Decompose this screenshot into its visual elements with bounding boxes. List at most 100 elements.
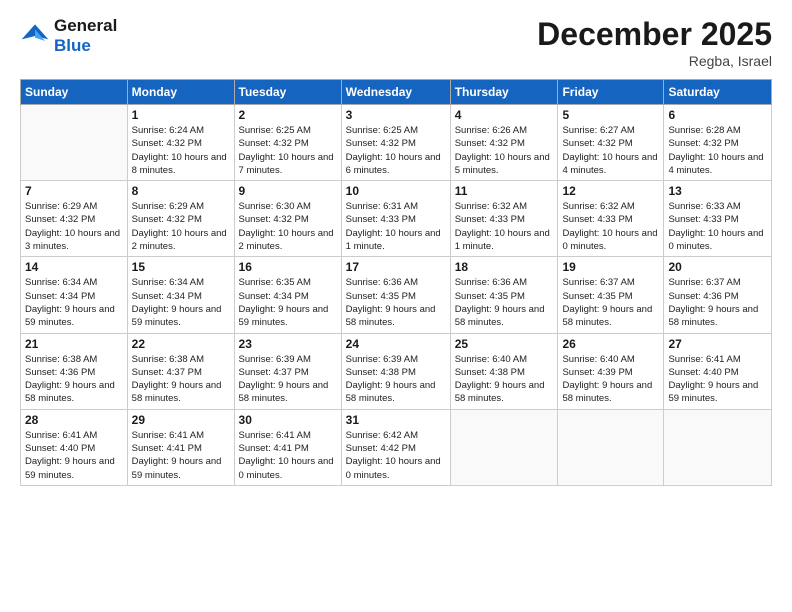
day-number: 20 [668,260,767,274]
calendar-cell: 13 Sunrise: 6:33 AMSunset: 4:33 PMDayligh… [664,181,772,257]
calendar-cell: 30 Sunrise: 6:41 AMSunset: 4:41 PMDayligh… [234,409,341,485]
calendar-cell: 11Sunrise: 6:32 AMSunset: 4:33 PMDayligh… [450,181,558,257]
day-info: Sunrise: 6:33 AMSunset: 4:33 PMDaylight:… [668,200,767,253]
col-saturday: Saturday [664,80,772,105]
calendar-cell: 9 Sunrise: 6:30 AMSunset: 4:32 PMDaylight… [234,181,341,257]
day-info: Sunrise: 6:32 AMSunset: 4:33 PMDaylight:… [562,200,659,253]
calendar-cell: 24Sunrise: 6:39 AMSunset: 4:38 PMDayligh… [341,333,450,409]
day-number: 17 [346,260,446,274]
calendar-cell: 14Sunrise: 6:34 AMSunset: 4:34 PMDayligh… [21,257,128,333]
calendar-week-row: 1 Sunrise: 6:24 AMSunset: 4:32 PMDaylight… [21,105,772,181]
logo-icon [20,21,50,51]
header: General Blue December 2025 Regba, Israel [20,16,772,69]
day-number: 21 [25,337,123,351]
day-number: 29 [132,413,230,427]
title-block: December 2025 Regba, Israel [537,16,772,69]
calendar-cell: 4Sunrise: 6:26 AMSunset: 4:32 PMDaylight… [450,105,558,181]
day-info: Sunrise: 6:38 AMSunset: 4:36 PMDaylight:… [25,353,123,406]
col-monday: Monday [127,80,234,105]
calendar-cell [558,409,664,485]
day-number: 22 [132,337,230,351]
day-info: Sunrise: 6:42 AMSunset: 4:42 PMDaylight:… [346,429,446,482]
day-info: Sunrise: 6:41 AMSunset: 4:41 PMDaylight:… [132,429,230,482]
calendar-cell [450,409,558,485]
calendar-cell: 5Sunrise: 6:27 AMSunset: 4:32 PMDaylight… [558,105,664,181]
calendar-header-row: Sunday Monday Tuesday Wednesday Thursday… [21,80,772,105]
day-number: 5 [562,108,659,122]
day-info: Sunrise: 6:24 AMSunset: 4:32 PMDaylight:… [132,124,230,177]
day-number: 9 [239,184,337,198]
day-info: Sunrise: 6:32 AMSunset: 4:33 PMDaylight:… [455,200,554,253]
day-number: 31 [346,413,446,427]
day-number: 1 [132,108,230,122]
day-info: Sunrise: 6:39 AMSunset: 4:37 PMDaylight:… [239,353,337,406]
calendar-cell: 6Sunrise: 6:28 AMSunset: 4:32 PMDaylight… [664,105,772,181]
calendar-cell: 18 Sunrise: 6:36 AMSunset: 4:35 PMDayligh… [450,257,558,333]
calendar-cell [664,409,772,485]
day-number: 26 [562,337,659,351]
day-info: Sunrise: 6:29 AMSunset: 4:32 PMDaylight:… [25,200,123,253]
calendar-week-row: 14Sunrise: 6:34 AMSunset: 4:34 PMDayligh… [21,257,772,333]
col-friday: Friday [558,80,664,105]
calendar-cell: 8 Sunrise: 6:29 AMSunset: 4:32 PMDaylight… [127,181,234,257]
calendar-cell [21,105,128,181]
calendar-cell: 17Sunrise: 6:36 AMSunset: 4:35 PMDayligh… [341,257,450,333]
calendar-cell: 22 Sunrise: 6:38 AMSunset: 4:37 PMDayligh… [127,333,234,409]
day-info: Sunrise: 6:30 AMSunset: 4:32 PMDaylight:… [239,200,337,253]
calendar-cell: 19 Sunrise: 6:37 AMSunset: 4:35 PMDayligh… [558,257,664,333]
day-info: Sunrise: 6:38 AMSunset: 4:37 PMDaylight:… [132,353,230,406]
calendar-cell: 15Sunrise: 6:34 AMSunset: 4:34 PMDayligh… [127,257,234,333]
day-info: Sunrise: 6:25 AMSunset: 4:32 PMDaylight:… [346,124,446,177]
calendar-cell: 10 Sunrise: 6:31 AMSunset: 4:33 PMDayligh… [341,181,450,257]
day-number: 24 [346,337,446,351]
day-number: 19 [562,260,659,274]
calendar-week-row: 7Sunrise: 6:29 AMSunset: 4:32 PMDaylight… [21,181,772,257]
day-number: 18 [455,260,554,274]
day-info: Sunrise: 6:35 AMSunset: 4:34 PMDaylight:… [239,276,337,329]
logo-text: General Blue [54,16,117,55]
day-number: 12 [562,184,659,198]
day-number: 10 [346,184,446,198]
calendar-cell: 16 Sunrise: 6:35 AMSunset: 4:34 PMDayligh… [234,257,341,333]
calendar-cell: 1 Sunrise: 6:24 AMSunset: 4:32 PMDaylight… [127,105,234,181]
day-info: Sunrise: 6:40 AMSunset: 4:38 PMDaylight:… [455,353,554,406]
page: General Blue December 2025 Regba, Israel… [0,0,792,612]
day-info: Sunrise: 6:41 AMSunset: 4:40 PMDaylight:… [25,429,123,482]
day-number: 30 [239,413,337,427]
day-number: 2 [239,108,337,122]
calendar-cell: 27Sunrise: 6:41 AMSunset: 4:40 PMDayligh… [664,333,772,409]
day-info: Sunrise: 6:26 AMSunset: 4:32 PMDaylight:… [455,124,554,177]
day-number: 28 [25,413,123,427]
calendar-cell: 20Sunrise: 6:37 AMSunset: 4:36 PMDayligh… [664,257,772,333]
day-info: Sunrise: 6:41 AMSunset: 4:41 PMDaylight:… [239,429,337,482]
day-info: Sunrise: 6:36 AMSunset: 4:35 PMDaylight:… [455,276,554,329]
calendar-week-row: 21 Sunrise: 6:38 AMSunset: 4:36 PMDayligh… [21,333,772,409]
day-info: Sunrise: 6:41 AMSunset: 4:40 PMDaylight:… [668,353,767,406]
calendar-cell: 3Sunrise: 6:25 AMSunset: 4:32 PMDaylight… [341,105,450,181]
day-number: 6 [668,108,767,122]
calendar-cell: 12 Sunrise: 6:32 AMSunset: 4:33 PMDayligh… [558,181,664,257]
day-info: Sunrise: 6:29 AMSunset: 4:32 PMDaylight:… [132,200,230,253]
calendar-week-row: 28 Sunrise: 6:41 AMSunset: 4:40 PMDayligh… [21,409,772,485]
calendar-cell: 28 Sunrise: 6:41 AMSunset: 4:40 PMDayligh… [21,409,128,485]
col-wednesday: Wednesday [341,80,450,105]
day-number: 23 [239,337,337,351]
day-info: Sunrise: 6:37 AMSunset: 4:35 PMDaylight:… [562,276,659,329]
calendar-cell: 21 Sunrise: 6:38 AMSunset: 4:36 PMDayligh… [21,333,128,409]
calendar-cell: 31 Sunrise: 6:42 AMSunset: 4:42 PMDayligh… [341,409,450,485]
day-info: Sunrise: 6:31 AMSunset: 4:33 PMDaylight:… [346,200,446,253]
calendar-cell: 2 Sunrise: 6:25 AMSunset: 4:32 PMDaylight… [234,105,341,181]
day-number: 16 [239,260,337,274]
day-number: 25 [455,337,554,351]
day-info: Sunrise: 6:34 AMSunset: 4:34 PMDaylight:… [25,276,123,329]
calendar-cell: 29 Sunrise: 6:41 AMSunset: 4:41 PMDayligh… [127,409,234,485]
day-number: 13 [668,184,767,198]
calendar-cell: 23 Sunrise: 6:39 AMSunset: 4:37 PMDayligh… [234,333,341,409]
day-info: Sunrise: 6:25 AMSunset: 4:32 PMDaylight:… [239,124,337,177]
month-title: December 2025 [537,16,772,53]
day-info: Sunrise: 6:34 AMSunset: 4:34 PMDaylight:… [132,276,230,329]
calendar-cell: 7Sunrise: 6:29 AMSunset: 4:32 PMDaylight… [21,181,128,257]
day-info: Sunrise: 6:40 AMSunset: 4:39 PMDaylight:… [562,353,659,406]
col-tuesday: Tuesday [234,80,341,105]
day-number: 8 [132,184,230,198]
